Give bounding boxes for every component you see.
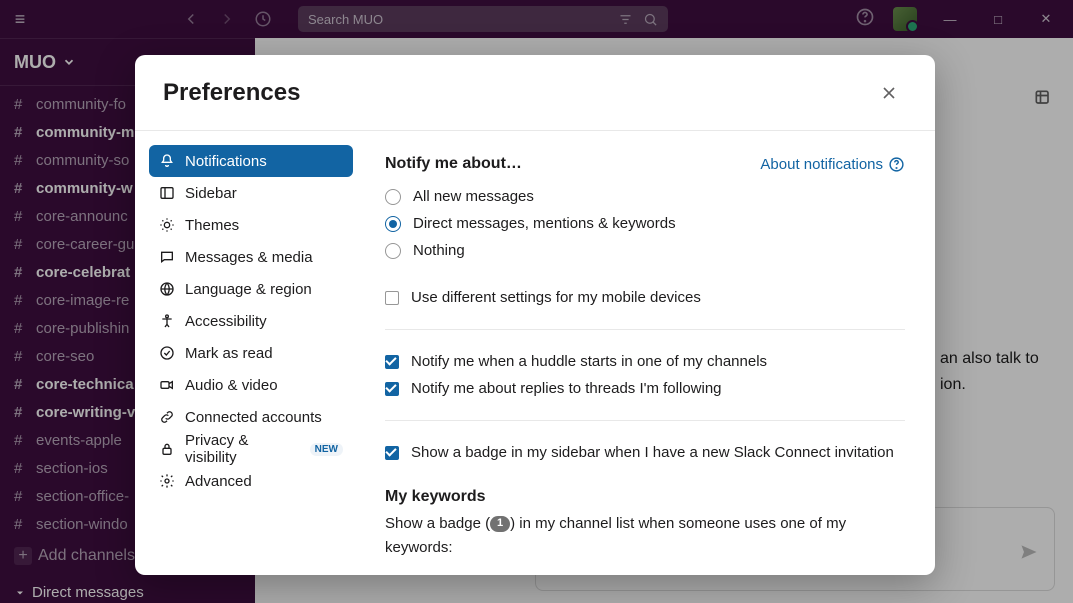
notify-heading: Notify me about… (385, 155, 522, 173)
pref-nav-label: Mark as read (185, 345, 273, 362)
radio-icon (385, 216, 401, 232)
bell-icon (159, 153, 175, 169)
close-icon (879, 83, 899, 103)
checkbox-icon (385, 355, 399, 369)
pref-nav-messages[interactable]: Messages & media (149, 241, 353, 273)
radio-icon (385, 243, 401, 259)
sun-icon (159, 217, 175, 233)
layout-icon (159, 185, 175, 201)
link-icon (159, 409, 175, 425)
mobile-settings-checkbox[interactable]: Use different settings for my mobile dev… (385, 284, 905, 311)
option-label: Direct messages, mentions & keywords (413, 215, 676, 232)
checkbox-icon (385, 382, 399, 396)
about-notifications-link[interactable]: About notifications (760, 156, 905, 173)
checkbox-icon (385, 291, 399, 305)
pref-nav-label: Connected accounts (185, 409, 322, 426)
notify-option-2[interactable]: Nothing (385, 237, 905, 264)
huddle-notify-checkbox[interactable]: Notify me when a huddle starts in one of… (385, 348, 905, 375)
pref-nav-label: Advanced (185, 473, 252, 490)
thread-notify-checkbox[interactable]: Notify me about replies to threads I'm f… (385, 375, 905, 402)
checkbox-icon (385, 446, 399, 460)
pref-nav-connected[interactable]: Connected accounts (149, 401, 353, 433)
notify-option-1[interactable]: Direct messages, mentions & keywords (385, 210, 905, 237)
pref-nav-notifications[interactable]: Notifications (149, 145, 353, 177)
pref-nav-audio[interactable]: Audio & video (149, 369, 353, 401)
notify-option-0[interactable]: All new messages (385, 183, 905, 210)
lock-icon (159, 441, 175, 457)
pref-nav-label: Sidebar (185, 185, 237, 202)
pref-nav-sidebar[interactable]: Sidebar (149, 177, 353, 209)
option-label: All new messages (413, 188, 534, 205)
option-label: Nothing (413, 242, 465, 259)
pref-nav-markread[interactable]: Mark as read (149, 337, 353, 369)
pref-nav-privacy[interactable]: Privacy & visibility NEW (149, 433, 353, 465)
message-icon (159, 249, 175, 265)
gear-icon (159, 473, 175, 489)
preferences-dialog: Preferences Notifications Sidebar Themes Me… (135, 55, 935, 575)
pref-nav-label: Themes (185, 217, 239, 234)
check-icon (159, 345, 175, 361)
keywords-heading: My keywords (385, 488, 905, 506)
pref-nav-accessibility[interactable]: Accessibility (149, 305, 353, 337)
keywords-description: Show a badge (1) in my channel list when… (385, 512, 905, 560)
pref-nav-language[interactable]: Language & region (149, 273, 353, 305)
dialog-title: Preferences (163, 79, 300, 107)
pref-nav-label: Accessibility (185, 313, 267, 330)
globe-icon (159, 281, 175, 297)
video-icon (159, 377, 175, 393)
radio-icon (385, 189, 401, 205)
keyword-count-badge: 1 (490, 516, 510, 532)
pref-nav-themes[interactable]: Themes (149, 209, 353, 241)
pref-nav-label: Messages & media (185, 249, 313, 266)
pref-nav-label: Notifications (185, 153, 267, 170)
connect-badge-checkbox[interactable]: Show a badge in my sidebar when I have a… (385, 439, 905, 466)
preferences-nav: Notifications Sidebar Themes Messages & med… (135, 131, 367, 575)
pref-nav-label: Language & region (185, 281, 312, 298)
pref-nav-label: Audio & video (185, 377, 278, 394)
close-dialog-button[interactable] (871, 75, 907, 111)
pref-nav-label: Privacy & visibility (185, 432, 296, 466)
preferences-content: Notify me about… About notifications All… (367, 131, 935, 575)
pref-nav-advanced[interactable]: Advanced (149, 465, 353, 497)
new-badge: NEW (310, 443, 343, 456)
access-icon (159, 313, 175, 329)
help-icon (888, 156, 905, 173)
